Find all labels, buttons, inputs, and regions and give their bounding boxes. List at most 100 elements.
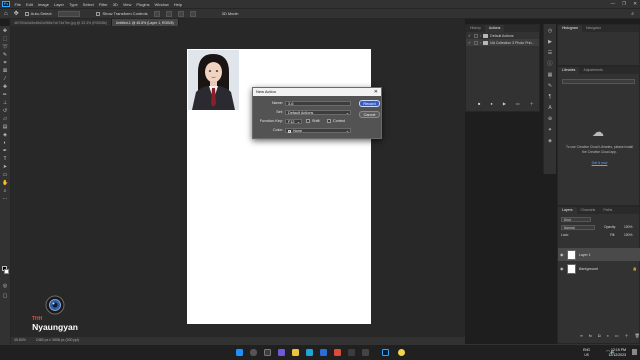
pen-tool-icon[interactable]: ✒ xyxy=(2,148,8,154)
new-layer-icon[interactable]: ＋ xyxy=(625,333,629,339)
language-indicator[interactable]: ENG US xyxy=(583,348,590,357)
library-dropdown[interactable] xyxy=(562,79,635,84)
play-icon[interactable]: ▶ xyxy=(503,101,506,107)
history-brush-icon[interactable]: ↺ xyxy=(2,108,8,114)
distribute-button[interactable] xyxy=(189,10,196,17)
brushes-icon[interactable]: ✎ xyxy=(547,83,553,89)
tab-history[interactable]: History xyxy=(466,25,485,32)
stop-icon[interactable]: ■ xyxy=(478,101,480,107)
record-button[interactable]: Record xyxy=(359,100,380,107)
adjustment-icon[interactable]: ◑ xyxy=(606,333,608,339)
shift-checkbox[interactable]: Shift xyxy=(306,119,320,123)
menu-layer[interactable]: Layer xyxy=(51,2,66,7)
layer-filter-kind[interactable]: Kind xyxy=(561,217,591,222)
dialog-toggle-box[interactable] xyxy=(474,33,478,38)
eye-icon[interactable]: ◉ xyxy=(560,266,564,271)
checkmark-icon[interactable]: ✓ xyxy=(468,41,472,45)
blur-tool-icon[interactable]: ◈ xyxy=(2,132,8,138)
file-explorer-icon[interactable] xyxy=(292,349,299,356)
brush-tool-icon[interactable]: ✏ xyxy=(2,92,8,98)
healing-brush-icon[interactable]: ✚ xyxy=(2,84,8,90)
type-tool-icon[interactable]: T xyxy=(2,156,8,162)
info-icon[interactable]: ⓘ xyxy=(547,61,553,67)
app-icon[interactable] xyxy=(348,349,355,356)
fill-value[interactable]: 100% xyxy=(624,233,632,237)
mask-icon[interactable]: ◘ xyxy=(598,333,600,339)
tab-actions[interactable]: Actions xyxy=(484,25,505,32)
tab-navigator[interactable]: Navigator xyxy=(582,25,605,32)
menu-window[interactable]: Window xyxy=(152,2,171,7)
menu-filter[interactable]: Filter xyxy=(96,2,110,7)
close-icon[interactable]: ✕ xyxy=(374,88,378,96)
glyphs-icon[interactable]: ⊕ xyxy=(547,116,553,122)
search-icon[interactable] xyxy=(250,349,257,356)
eraser-tool-icon[interactable]: ▱ xyxy=(2,116,8,122)
show-transform-checkbox[interactable]: Show Transform Controls xyxy=(96,11,148,16)
chevron-right-icon[interactable]: › xyxy=(480,34,481,38)
minimize-button[interactable]: — xyxy=(611,1,616,7)
control-checkbox[interactable]: Control xyxy=(327,119,345,123)
app-icon[interactable] xyxy=(362,349,369,356)
zoom-tool-icon[interactable]: ⌕ xyxy=(2,188,8,194)
eyedropper-tool-icon[interactable]: ⁄ xyxy=(2,76,8,82)
app-icon[interactable] xyxy=(398,349,405,356)
search-icon[interactable]: ⌕ xyxy=(631,11,634,17)
crop-tool-icon[interactable]: ⌗ xyxy=(2,60,8,66)
learn-icon[interactable]: ◈ xyxy=(547,138,553,144)
tab-paths[interactable]: Paths xyxy=(599,207,616,214)
layer-row[interactable]: ◉ Background 🔒 xyxy=(558,262,640,275)
photoshop-taskbar-icon[interactable] xyxy=(382,349,389,356)
tab-libraries[interactable]: Libraries xyxy=(558,67,580,74)
edge-browser-icon[interactable] xyxy=(306,349,313,356)
action-set-row[interactable]: ✓ › NA Collection 3 Photo Prin... xyxy=(466,39,539,46)
windows-start-icon[interactable] xyxy=(236,349,243,356)
frame-tool-icon[interactable]: ⊠ xyxy=(2,68,8,74)
tab-histogram[interactable]: Histogram xyxy=(558,25,582,32)
layer-row[interactable]: ◉ Layer 1 xyxy=(558,248,640,261)
menu-type[interactable]: Type xyxy=(67,2,81,7)
background-color-swatch[interactable] xyxy=(4,269,9,274)
system-clock[interactable]: 12:15 PM 12/12/2023 xyxy=(608,348,626,357)
trash-icon[interactable]: 🗑 xyxy=(635,333,640,339)
get-it-now-link[interactable]: Get it now xyxy=(564,161,635,165)
marquee-tool-icon[interactable]: ⬚ xyxy=(2,36,8,42)
home-icon[interactable]: ⌂ xyxy=(4,11,8,17)
action-set-row[interactable]: ✓ › Default Actions xyxy=(466,32,539,39)
dodge-tool-icon[interactable]: ◐ xyxy=(2,140,8,146)
lasso-tool-icon[interactable]: ➰ xyxy=(2,44,8,50)
menu-file[interactable]: File xyxy=(12,2,23,7)
color-select[interactable]: ✕ None ⌄ xyxy=(285,127,351,133)
menu-3d[interactable]: 3D xyxy=(110,2,120,7)
menu-select[interactable]: Select xyxy=(80,2,96,7)
record-icon[interactable]: ● xyxy=(490,101,492,107)
quick-select-tool-icon[interactable]: ✎ xyxy=(2,52,8,58)
hand-tool-icon[interactable]: ✋ xyxy=(2,180,8,186)
properties-icon[interactable]: ☰ xyxy=(547,50,553,56)
show-desktop-button[interactable] xyxy=(632,349,637,355)
function-key-select[interactable]: F12 ⌄ xyxy=(285,118,302,124)
tab-channels[interactable]: Channels xyxy=(577,207,600,214)
move-tool-icon[interactable]: ✥ xyxy=(2,28,8,34)
align-right-button[interactable] xyxy=(177,10,184,17)
actions-icon[interactable]: ▶ xyxy=(547,39,553,45)
swatches-icon[interactable]: ▦ xyxy=(547,72,553,78)
action-name-input[interactable]: 3-6 xyxy=(285,100,351,106)
tab-photo[interactable]: 467594c0a5ed8d2a986e7cb74d7be.jpg @ 33.3… xyxy=(10,19,112,26)
menu-image[interactable]: Image xyxy=(35,2,51,7)
align-left-button[interactable] xyxy=(153,10,160,17)
opacity-value[interactable]: 100% xyxy=(624,225,632,229)
maximize-button[interactable]: ❐ xyxy=(622,1,626,7)
cancel-button[interactable]: Cancel xyxy=(359,111,380,118)
blend-mode-select[interactable]: Normal xyxy=(561,225,595,230)
eye-icon[interactable]: ◉ xyxy=(560,252,564,257)
set-select[interactable]: Default Actions ⌄ xyxy=(285,109,351,115)
shape-tool-icon[interactable]: ▭ xyxy=(2,172,8,178)
tab-adjustments[interactable]: Adjustments xyxy=(579,67,606,74)
auto-select-checkbox[interactable]: Auto-Select: xyxy=(24,11,52,16)
clone-stamp-icon[interactable]: ⊥ xyxy=(2,100,8,106)
chrome-icon[interactable] xyxy=(334,349,341,356)
fx-icon[interactable]: fx xyxy=(589,333,592,339)
group-icon[interactable]: ▭ xyxy=(615,333,619,339)
paragraph-icon[interactable]: ¶ xyxy=(547,94,553,100)
quick-mask-icon[interactable]: ◎ xyxy=(2,283,8,289)
